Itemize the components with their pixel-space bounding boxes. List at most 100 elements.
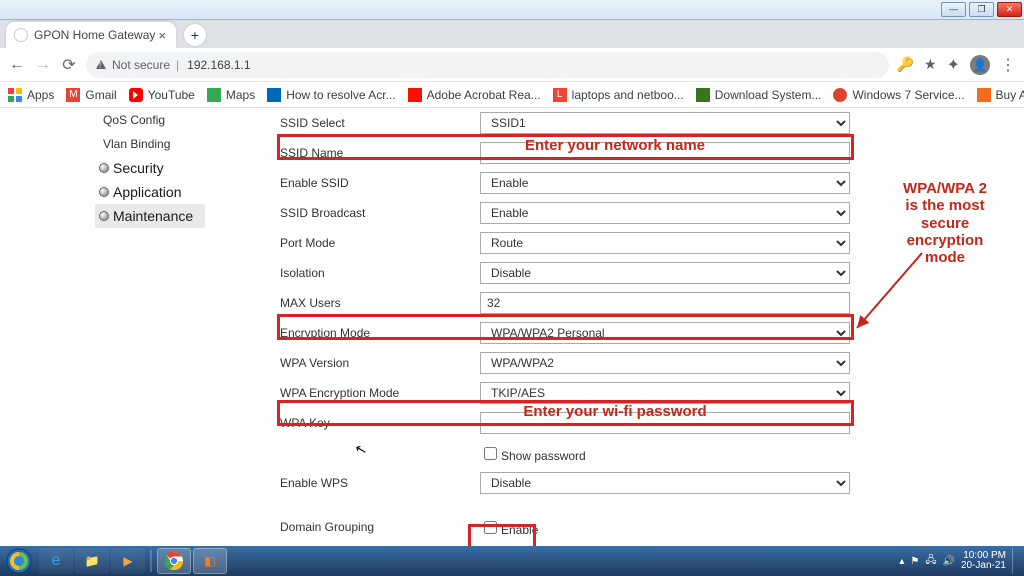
bookmark-label: Windows 7 Service... — [852, 88, 964, 102]
shop-icon — [977, 88, 991, 102]
browser-toolbar: ← → ⟳ Not secure | 192.168.1.1 👤 — [0, 48, 1024, 82]
sidebar-category-maintenance[interactable]: Maintenance — [95, 204, 205, 228]
new-tab-button[interactable]: + — [184, 24, 206, 46]
show-password-label: Show password — [501, 449, 586, 463]
gmail-icon — [66, 88, 80, 102]
annotation-side-note: WPA/WPA 2 is the most secure encryption … — [880, 180, 1010, 266]
wifi-settings-form: SSID Select SSID1 SSID Name Enable SSID … — [280, 108, 1024, 546]
label-ssid-broadcast: SSID Broadcast — [280, 206, 480, 220]
bookmark-item[interactable]: Download System... — [696, 88, 822, 102]
window-maximize-button[interactable]: ❐ — [969, 2, 994, 17]
bookmark-gmail[interactable]: Gmail — [66, 88, 116, 102]
label-isolation: Isolation — [280, 266, 480, 280]
checkbox-show-password-wrapper[interactable]: Show password — [480, 444, 586, 463]
sidebar-category-application[interactable]: Application — [95, 180, 205, 204]
select-wpa-encryption[interactable]: TKIP/AES — [480, 382, 850, 404]
browser-tabstrip: GPON Home Gateway × + — [0, 20, 1024, 48]
select-isolation[interactable]: Disable — [480, 262, 850, 284]
select-encryption-mode[interactable]: WPA/WPA2 Personal — [480, 322, 850, 344]
bookmark-star-icon[interactable] — [924, 56, 937, 73]
label-domain-grouping: Domain Grouping — [280, 520, 480, 534]
extensions-icon[interactable] — [947, 55, 960, 75]
clock-date: 20-Jan-21 — [961, 561, 1006, 572]
show-desktop-button[interactable] — [1012, 548, 1020, 574]
input-max-users[interactable] — [480, 292, 850, 314]
label-wpa-encryption: WPA Encryption Mode — [280, 386, 480, 400]
window-minimize-button[interactable]: — — [941, 2, 966, 17]
nav-reload-button[interactable]: ⟳ — [60, 55, 78, 75]
os-window-titlebar: — ❐ ✕ — [0, 0, 1024, 20]
windows-taskbar: e 📁 ▶ ◧ ▴ ⚑ 🖧 🔊 10:00 PM 20-Jan-21 — [0, 546, 1024, 576]
bookmarks-bar: Apps Gmail YouTube Maps How to resolve A… — [0, 82, 1024, 108]
label-enable-ssid: Enable SSID — [280, 176, 480, 190]
security-label: Not secure — [112, 58, 170, 72]
taskbar-media-icon[interactable]: ▶ — [111, 548, 145, 574]
tray-volume-icon[interactable]: 🔊 — [943, 556, 955, 567]
bookmark-youtube[interactable]: YouTube — [129, 88, 195, 102]
select-ssid-broadcast[interactable]: Enable — [480, 202, 850, 224]
settings-sidebar: QoS Config Vlan Binding Security Applica… — [95, 108, 205, 228]
bookmark-item[interactable]: laptops and netboo... — [553, 88, 684, 102]
browser-menu-icon[interactable] — [1000, 55, 1016, 75]
saved-passwords-icon[interactable] — [897, 56, 914, 73]
tab-close-icon[interactable]: × — [158, 28, 166, 43]
youtube-icon — [129, 88, 143, 102]
label-max-users: MAX Users — [280, 296, 480, 310]
tray-network-icon[interactable]: 🖧 — [925, 553, 936, 570]
select-port-mode[interactable]: Route — [480, 232, 850, 254]
page-content: QoS Config Vlan Binding Security Applica… — [0, 108, 1024, 546]
annotation-text-wpakey: Enter your wi-fi password — [480, 403, 750, 420]
sidebar-item-qos[interactable]: QoS Config — [95, 108, 205, 132]
browser-tab-active[interactable]: GPON Home Gateway × — [6, 22, 176, 48]
bookmark-item[interactable]: Windows 7 Service... — [833, 88, 964, 102]
checkbox-domain-grouping[interactable] — [484, 521, 497, 534]
checkbox-domain-grouping-wrapper[interactable]: Enable — [480, 518, 538, 537]
bookmark-apps[interactable]: Apps — [8, 88, 54, 102]
window-close-button[interactable]: ✕ — [997, 2, 1022, 17]
taskbar-clock[interactable]: 10:00 PM 20-Jan-21 — [961, 551, 1006, 572]
label-ssid-select: SSID Select — [280, 116, 480, 130]
sidebar-item-vlan[interactable]: Vlan Binding — [95, 132, 205, 156]
taskbar-ie-icon[interactable]: e — [39, 548, 73, 574]
label-encryption-mode: Encryption Mode — [280, 326, 480, 340]
apps-icon — [8, 88, 22, 102]
adobe-icon — [408, 88, 422, 102]
bookmark-label: Download System... — [715, 88, 822, 102]
select-enable-wps[interactable]: Disable — [480, 472, 850, 494]
tray-flag-icon[interactable]: ⚑ — [910, 556, 919, 567]
download-icon — [696, 88, 710, 102]
lenovo-icon — [553, 88, 567, 102]
checkbox-show-password[interactable] — [484, 447, 497, 460]
label-wpa-key: WPA Key — [280, 416, 480, 430]
select-enable-ssid[interactable]: Enable — [480, 172, 850, 194]
maps-icon — [207, 88, 221, 102]
nav-forward-button[interactable]: → — [34, 56, 52, 74]
bookmark-label: Maps — [226, 88, 255, 102]
select-wpa-version[interactable]: WPA/WPA2 — [480, 352, 850, 374]
select-ssid[interactable]: SSID1 — [480, 112, 850, 134]
profile-avatar[interactable]: 👤 — [970, 55, 990, 75]
tab-favicon — [14, 28, 28, 42]
taskbar-chrome-icon[interactable] — [157, 548, 191, 574]
bookmark-label: Gmail — [85, 88, 116, 102]
taskbar-app-icon[interactable]: ◧ — [193, 548, 227, 574]
nav-back-button[interactable]: ← — [8, 56, 26, 74]
security-warning-icon — [96, 60, 106, 69]
sidebar-category-security[interactable]: Security — [95, 156, 205, 180]
windows-icon — [833, 88, 847, 102]
address-bar[interactable]: Not secure | 192.168.1.1 — [86, 52, 889, 78]
label-port-mode: Port Mode — [280, 236, 480, 250]
tray-show-hidden-icon[interactable]: ▴ — [899, 556, 904, 567]
bookmark-item[interactable]: How to resolve Acr... — [267, 88, 395, 102]
bookmark-item[interactable]: Adobe Acrobat Rea... — [408, 88, 541, 102]
annotation-text-ssid: Enter your network name — [480, 137, 750, 154]
bookmark-label: Adobe Acrobat Rea... — [427, 88, 541, 102]
start-button[interactable] — [0, 546, 38, 576]
system-tray[interactable]: ▴ ⚑ 🖧 🔊 10:00 PM 20-Jan-21 — [899, 548, 1024, 574]
label-ssid-name: SSID Name — [280, 146, 480, 160]
bookmark-item[interactable]: Buy Acer 39.62 cm (... — [977, 88, 1024, 102]
bookmark-maps[interactable]: Maps — [207, 88, 255, 102]
label-wpa-version: WPA Version — [280, 356, 480, 370]
taskbar-explorer-icon[interactable]: 📁 — [75, 548, 109, 574]
tab-title: GPON Home Gateway — [34, 28, 155, 42]
